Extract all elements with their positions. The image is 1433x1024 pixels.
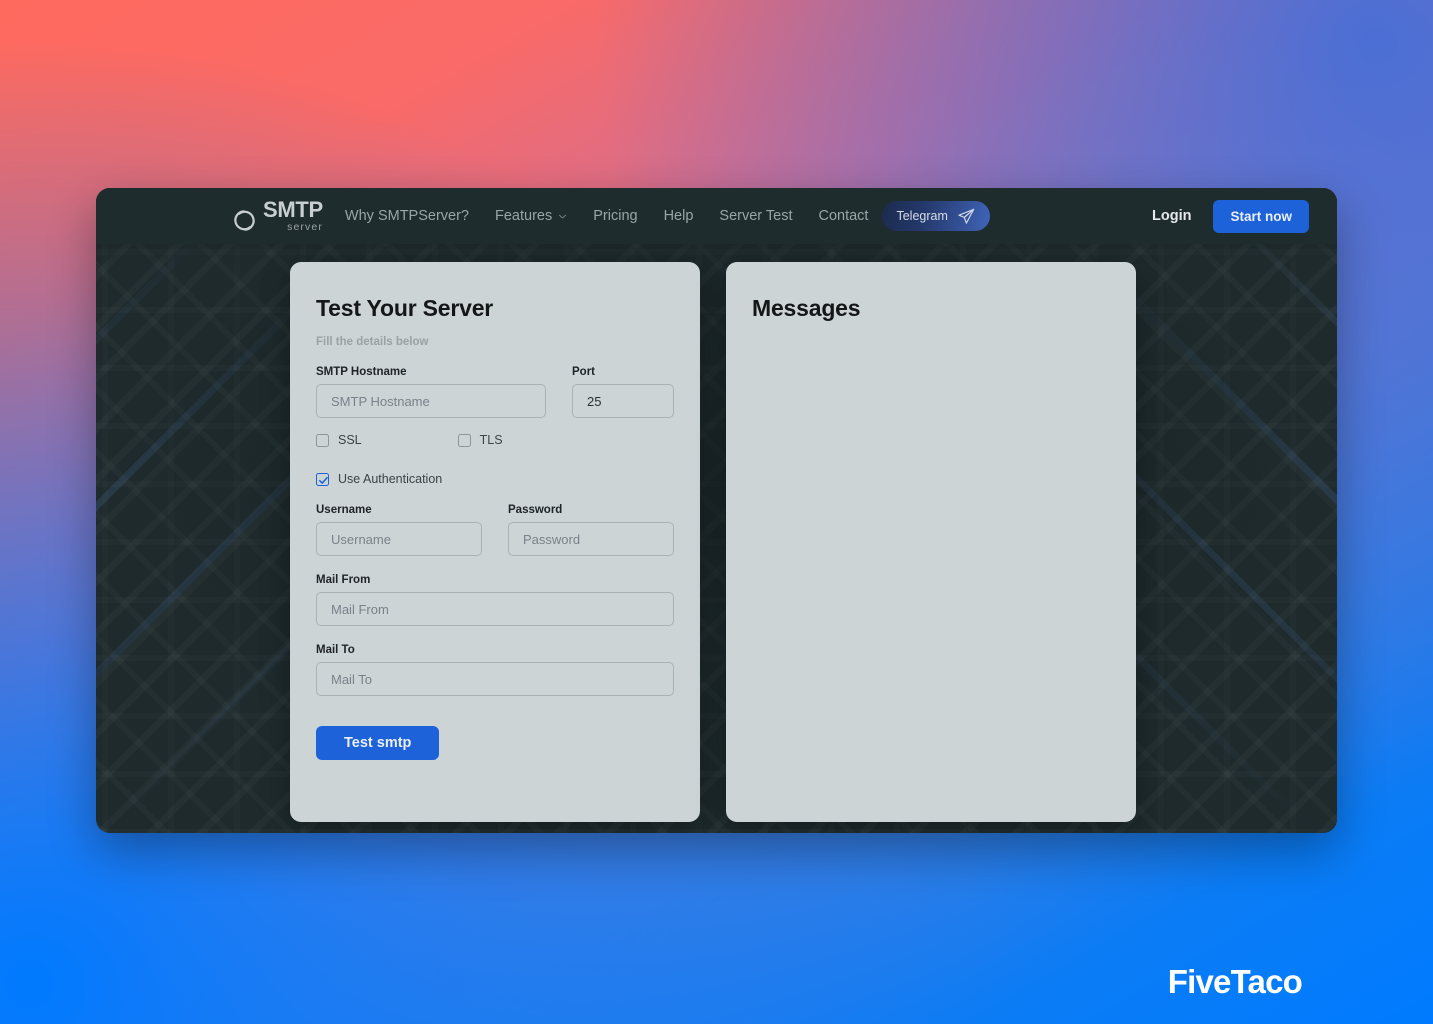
nav-link-label: Why SMTPServer?	[344, 208, 470, 224]
use-authentication-label: Use Authentication	[338, 472, 443, 486]
ssl-checkbox-item[interactable]: SSL	[316, 433, 362, 447]
nav-link-why-smtpserver[interactable]: Why SMTPServer?	[345, 208, 469, 224]
nav-link-label: Pricing	[593, 208, 638, 224]
username-label: Username	[316, 504, 372, 516]
telegram-button-label: Telegram	[896, 209, 948, 223]
ssl-tls-row: SSL TLS	[316, 433, 674, 447]
start-now-button[interactable]: Start now	[1213, 199, 1309, 233]
smtp-swirl-icon	[234, 209, 255, 231]
navbar: SMTP server Why SMTPServer? Features Pri…	[96, 188, 1337, 244]
card-title: Test Your Server	[316, 295, 494, 321]
telegram-button[interactable]: Telegram	[882, 201, 990, 231]
circuit-background	[96, 188, 1337, 833]
nav-link-contact[interactable]: Contact	[818, 208, 868, 224]
mail-to-input[interactable]	[316, 662, 674, 696]
nav-link-server-test[interactable]: Server Test	[719, 208, 792, 224]
circuit-vignette	[96, 188, 1337, 833]
nav-link-help[interactable]: Help	[664, 208, 694, 224]
ssl-label: SSL	[338, 433, 362, 447]
tls-checkbox[interactable]	[457, 433, 471, 447]
ssl-checkbox[interactable]	[316, 433, 329, 447]
nav-link-label: Contact	[818, 208, 869, 224]
auth-row: Use Authentication	[316, 472, 674, 486]
brand-tagline: server	[287, 221, 323, 234]
port-field-group: Port	[572, 366, 674, 418]
tls-label: TLS	[479, 433, 503, 447]
hostname-field-group: SMTP Hostname	[316, 366, 546, 418]
test-server-card: Test Your Server Fill the details below …	[290, 262, 700, 822]
nav-link-features[interactable]: Features	[495, 208, 567, 224]
port-input[interactable]	[572, 384, 674, 418]
nav-link-pricing[interactable]: Pricing	[593, 208, 637, 224]
mail-from-input[interactable]	[316, 592, 674, 626]
use-authentication-checkbox[interactable]	[316, 472, 329, 486]
test-smtp-button[interactable]: Test smtp	[316, 726, 440, 760]
browser-frame: SMTP server Why SMTPServer? Features Pri…	[96, 188, 1337, 833]
page-backdrop: SMTP server Why SMTPServer? Features Pri…	[0, 0, 1433, 1024]
port-label: Port	[572, 366, 595, 378]
paper-plane-icon	[958, 208, 975, 224]
mail-from-label: Mail From	[316, 574, 371, 586]
mail-to-field-group: Mail To	[316, 644, 674, 696]
username-input[interactable]	[316, 522, 482, 556]
credentials-row: Username Password	[316, 504, 674, 556]
navbar-right: Login Start now	[1152, 199, 1309, 233]
hostname-label: SMTP Hostname	[316, 366, 407, 378]
mail-to-label: Mail To	[316, 644, 355, 656]
password-input[interactable]	[508, 522, 674, 556]
use-authentication-item[interactable]: Use Authentication	[316, 472, 442, 486]
brand-name: SMTP	[263, 197, 323, 223]
password-field-group: Password	[508, 504, 674, 556]
nav-link-label: Server Test	[719, 208, 793, 224]
nav-links: Why SMTPServer? Features Pricing Help Se…	[345, 208, 869, 224]
mail-from-field-group: Mail From	[316, 574, 674, 626]
check-icon	[319, 476, 328, 484]
messages-title: Messages	[752, 295, 861, 321]
messages-card: Messages	[726, 262, 1136, 822]
username-field-group: Username	[316, 504, 482, 556]
password-label: Password	[508, 504, 563, 516]
chevron-down-icon	[559, 214, 567, 218]
smtp-hostname-input[interactable]	[316, 384, 546, 418]
hostname-port-row: SMTP Hostname Port	[316, 366, 674, 418]
login-link[interactable]: Login	[1152, 208, 1191, 224]
card-subtitle: Fill the details below	[316, 336, 429, 348]
nav-link-label: Features	[495, 208, 553, 224]
fivetaco-watermark: FiveTaco	[1167, 963, 1303, 1000]
nav-link-label: Help	[663, 208, 694, 224]
tls-checkbox-item[interactable]: TLS	[457, 433, 503, 447]
brand-logo[interactable]: SMTP server	[232, 199, 323, 233]
